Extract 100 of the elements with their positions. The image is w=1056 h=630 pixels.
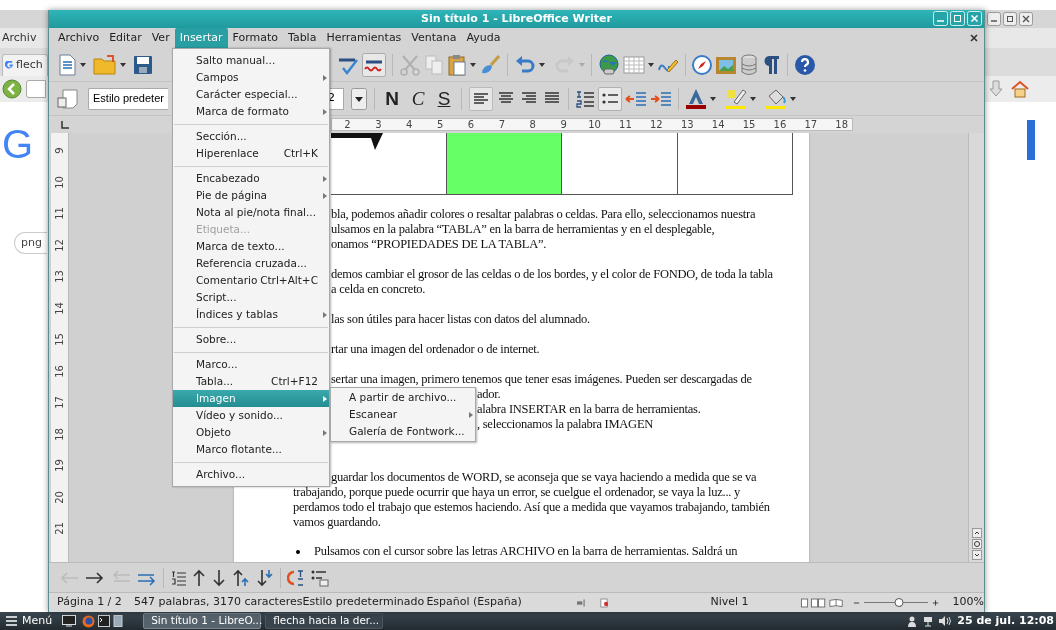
ruler[interactable]: 2 3 4 5 6 7 8 9 10 11 12 13 14 15 16 17 18 — [331, 118, 853, 131]
clipboard-icon[interactable] — [447, 53, 467, 76]
compass-icon[interactable] — [692, 54, 712, 75]
database-icon[interactable] — [740, 53, 758, 76]
menu-item[interactable]: Salto manual... — [173, 52, 329, 69]
menu-item[interactable]: Marca de formato — [173, 103, 329, 120]
caret-icon[interactable] — [120, 62, 126, 67]
paragraph-style-field[interactable]: Estilo predeter — [88, 87, 168, 110]
maximize-button[interactable] — [1003, 12, 1017, 26]
home-icon[interactable] — [1011, 80, 1029, 98]
close-document-icon[interactable] — [970, 34, 978, 42]
language[interactable]: Español (España) — [426, 594, 577, 611]
navigator-icon[interactable] — [971, 539, 982, 549]
menu-item[interactable]: Objeto — [173, 424, 329, 441]
desktop-icon[interactable] — [62, 615, 77, 627]
menu-item[interactable]: Marco... — [173, 356, 329, 373]
move-down-icon[interactable] — [256, 568, 274, 587]
menu-item[interactable]: Campos — [173, 69, 329, 86]
menu-item[interactable]: Sobre... — [173, 331, 329, 348]
menu-item[interactable]: Sección... — [173, 128, 329, 145]
menu-item[interactable]: Editar — [104, 28, 147, 48]
list-settings-icon[interactable] — [311, 568, 329, 587]
menu-item[interactable]: A partir de archivo... — [331, 389, 475, 406]
next-page-icon[interactable] — [971, 550, 982, 560]
align-center-icon[interactable] — [496, 91, 516, 106]
close-button[interactable] — [1019, 12, 1033, 26]
caret-icon[interactable] — [470, 62, 476, 67]
align-right-icon[interactable] — [519, 91, 539, 106]
files-icon[interactable] — [113, 615, 124, 627]
numbered-list-icon[interactable] — [575, 88, 595, 109]
menu-item[interactable]: Índices y tablas — [173, 306, 329, 323]
arrow-down-icon[interactable] — [212, 568, 226, 587]
single-page-view-icon[interactable] — [801, 597, 809, 608]
menu-item[interactable]: Ver — [146, 28, 175, 48]
menu-item[interactable]: Marca de texto... — [173, 238, 329, 255]
menu-item[interactable]: Archivo — [53, 28, 105, 48]
task-button[interactable]: flecha hacia la der... — [265, 613, 384, 629]
italic-button[interactable]: C — [408, 89, 428, 108]
menu-item[interactable]: Ayuda — [461, 28, 506, 48]
zoom-in-icon[interactable] — [931, 598, 939, 607]
menu-item[interactable]: Tabla — [283, 28, 322, 48]
menu-item[interactable]: Encabezado — [173, 170, 329, 187]
document-modified-icon[interactable] — [599, 597, 609, 608]
menu-item[interactable]: Escanear — [331, 406, 475, 423]
search-chip[interactable]: png — [14, 232, 47, 254]
arrow-right-icon[interactable] — [85, 570, 105, 585]
menu-item[interactable]: Script... — [173, 289, 329, 306]
globe-icon[interactable] — [598, 53, 620, 76]
page-count[interactable]: Página 1 / 2 — [57, 594, 135, 611]
menu-item[interactable]: Marco flotante... — [173, 441, 329, 458]
caret-icon[interactable] — [539, 62, 545, 67]
user-icon[interactable] — [907, 615, 918, 627]
multi-page-view-icon[interactable] — [811, 597, 826, 608]
arrow-up-icon[interactable] — [192, 568, 206, 587]
caret-icon[interactable] — [80, 62, 86, 67]
menu-icon[interactable] — [6, 616, 17, 626]
underline-button[interactable]: S — [434, 89, 454, 108]
caret-icon[interactable] — [750, 96, 756, 101]
menu-label[interactable]: Archiv — [2, 29, 37, 47]
numbering-restart-icon[interactable] — [287, 568, 305, 587]
zoom-percentage[interactable]: 100% — [952, 594, 985, 611]
menu-item[interactable]: Comentario Ctrl+Alt+C — [173, 272, 329, 289]
move-up-icon[interactable] — [232, 568, 250, 587]
menu-item[interactable]: Ventana — [406, 28, 462, 48]
menu-item[interactable]: Formato — [227, 28, 283, 48]
back-icon[interactable] — [2, 79, 22, 99]
address-field[interactable] — [26, 80, 46, 98]
menu-item[interactable]: Referencia cruzada... — [173, 255, 329, 272]
paint-bucket-icon[interactable] — [765, 87, 787, 110]
auto-spellcheck-icon[interactable] — [362, 52, 386, 77]
help-icon[interactable] — [794, 53, 816, 76]
justify-icon[interactable] — [542, 91, 562, 106]
terminal-icon[interactable] — [98, 615, 111, 627]
page-style[interactable]: Estilo predeterminado — [302, 594, 427, 611]
bullet-list-button[interactable] — [598, 86, 622, 111]
menu-item[interactable]: Tabla... Ctrl+F12 — [173, 373, 329, 390]
font-color-icon[interactable] — [685, 87, 707, 110]
dropdown-button[interactable] — [351, 87, 367, 110]
bold-button[interactable]: N — [382, 89, 402, 108]
menu-item[interactable]: Hiperenlace Ctrl+K — [173, 145, 329, 162]
volume-icon[interactable] — [939, 616, 952, 626]
scrollbar[interactable] — [968, 133, 984, 562]
save-icon[interactable] — [133, 54, 153, 75]
browser-tab[interactable]: flech — [2, 54, 48, 76]
clock[interactable]: 25 de jul. 12:08 — [957, 612, 1054, 630]
align-left-button[interactable] — [469, 86, 493, 111]
menu-item[interactable]: Carácter especial... — [173, 86, 329, 103]
minimize-button[interactable] — [987, 12, 1001, 26]
slider-thumb[interactable] — [894, 597, 904, 607]
menu-item[interactable]: Archivo... — [173, 466, 329, 483]
style-list-icon[interactable] — [57, 87, 79, 110]
outline-list-icon[interactable] — [170, 569, 186, 586]
caret-icon[interactable] — [790, 96, 796, 101]
task-button[interactable]: Sin título 1 - LibreO... — [143, 613, 262, 629]
start-menu-label[interactable]: Menú — [22, 612, 53, 630]
menu-item[interactable]: Pie de página — [173, 187, 329, 204]
menu-item[interactable]: Nota al pie/nota final... — [173, 204, 329, 221]
tab-stop-icon[interactable] — [61, 120, 69, 129]
previous-page-icon[interactable] — [971, 528, 982, 538]
network-icon[interactable] — [923, 615, 934, 627]
